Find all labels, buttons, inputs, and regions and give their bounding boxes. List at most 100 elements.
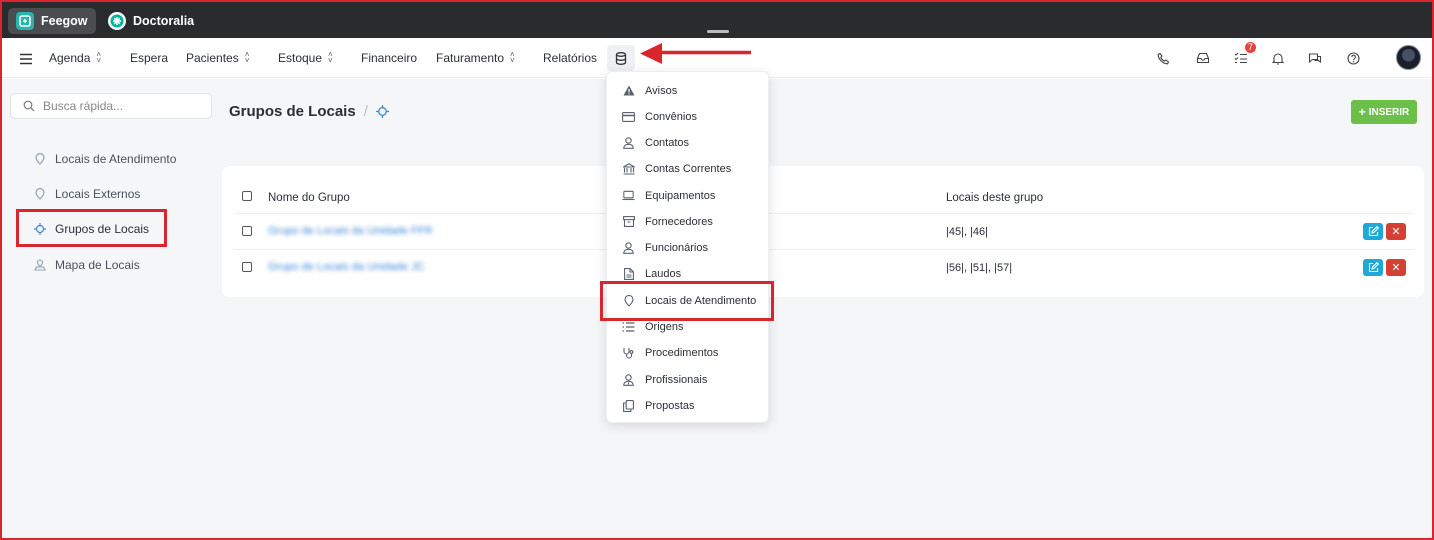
edit-button[interactable] [1363,259,1383,276]
menu-item-equipamentos[interactable]: Equipamentos [622,189,715,202]
chevron-updown-icon: ˄ ˅ [244,50,250,65]
app-tab-doctoralia[interactable]: Doctoralia [100,8,202,34]
chat-icon[interactable] [1307,50,1323,66]
help-icon[interactable] [1345,50,1361,66]
stethoscope-icon [622,346,635,359]
map-pin-icon [34,153,46,165]
nav-label: Pacientes [186,51,239,65]
warning-icon [622,84,635,97]
group-name-link[interactable]: Grupo de Locais da Unidade JC [268,261,425,273]
select-all-checkbox[interactable] [242,191,252,201]
menu-item-propostas[interactable]: Propostas [622,399,695,412]
chevron-updown-icon: ˄ ˅ [96,50,102,65]
database-icon [615,51,627,65]
document-icon [622,267,635,280]
sidebar-item-mapa-de-locais[interactable]: Mapa de Locais [34,258,140,272]
nav-label: Estoque [278,51,323,65]
nav-label: Espera [130,51,169,65]
menu-item-profissionais[interactable]: Profissionais [622,373,707,386]
menu-item-label: Avisos [645,84,678,97]
sidebar-item-locais-externos[interactable]: Locais Externos [34,187,140,201]
nav-agenda[interactable]: Agenda ˄ ˅ [49,50,102,66]
bank-icon [622,162,635,175]
sidebar-item-locais-de-atendimento[interactable]: Locais de Atendimento [34,152,176,166]
nav-relatorios[interactable]: Relatórios [543,51,597,65]
laptop-icon [622,189,635,202]
close-icon: ✕ [1391,226,1401,238]
menu-item-origens[interactable]: Origens [622,320,684,333]
app-tab-label: Doctoralia [133,14,195,28]
menu-item-procedimentos[interactable]: Procedimentos [622,346,718,359]
quick-search-input[interactable]: Busca rápida... [10,93,212,119]
menu-item-label: Origens [645,320,684,333]
chevron-updown-icon: ˄ ˅ [328,50,333,65]
plus-icon: + [1358,105,1366,119]
menu-item-contas-correntes[interactable]: Contas Correntes [622,162,731,175]
menu-item-label: Equipamentos [645,189,716,202]
inbox-icon[interactable] [1195,50,1211,66]
chevron-updown-icon: ˄ ˅ [510,50,515,65]
group-name-link[interactable]: Grupo de Locais da Unidade FFR [268,225,432,237]
nav-espera[interactable]: Espera [130,51,168,65]
tasks-icon[interactable] [1233,50,1249,66]
map-icon [34,259,46,271]
sidebar-item-label: Locais Externos [55,187,141,201]
menu-item-label: Propostas [645,399,695,412]
breadcrumb-separator: / [363,103,368,120]
edit-icon [1368,262,1379,273]
column-header-nome[interactable]: Nome do Grupo [268,192,350,204]
row-divider [234,213,1414,214]
nav-label: Financeiro [361,51,418,65]
nav-label: Faturamento [436,51,505,65]
nav-label: Agenda [49,51,91,65]
feegow-logo-icon [16,12,34,30]
menu-item-convenios[interactable]: Convênios [622,110,697,123]
menu-item-laudos[interactable]: Laudos [622,267,681,280]
app-tab-feegow[interactable]: Feegow [8,8,96,34]
row-checkbox[interactable] [242,226,252,236]
cadastros-button[interactable] [607,45,635,71]
sidebar-item-label: Mapa de Locais [55,258,140,272]
user-avatar[interactable] [1396,45,1421,70]
nav-label: Relatórios [543,51,598,65]
annotation-highlight-sidebar [16,209,167,247]
menu-item-label: Contas Correntes [645,162,732,175]
menu-item-label: Contatos [645,136,690,149]
menu-item-avisos[interactable]: Avisos [622,84,677,97]
copy-icon [622,399,635,412]
menu-item-funcionarios[interactable]: Funcionários [622,241,708,254]
nav-pacientes[interactable]: Pacientes ˄ ˅ [186,50,250,66]
group-locais: |45|, |46| [946,226,989,238]
column-header-locais[interactable]: Locais deste grupo [946,192,1043,204]
annotation-arrow-icon [640,43,751,64]
drag-handle[interactable] [707,30,729,33]
list-icon [622,320,635,333]
row-checkbox[interactable] [242,262,252,272]
annotation-highlight-menu-item [600,281,774,321]
bell-icon[interactable] [1270,50,1286,66]
delete-button[interactable]: ✕ [1386,259,1406,276]
menu-item-fornecedores[interactable]: Fornecedores [622,215,713,228]
map-pin-icon [34,188,46,200]
insert-button-label: INSERIR [1368,106,1410,118]
nav-faturamento[interactable]: Faturamento ˄ ˅ [436,50,515,66]
phone-icon[interactable] [1155,50,1171,66]
edit-button[interactable] [1363,223,1383,240]
menu-item-label: Convênios [645,110,697,123]
sidebar-item-label: Locais de Atendimento [55,152,177,166]
menu-item-contatos[interactable]: Contatos [622,136,689,149]
nav-financeiro[interactable]: Financeiro [361,51,417,65]
cadastros-dropdown-menu: Avisos Convênios Contatos Contas Corrent… [606,71,769,423]
doctoralia-logo-icon [108,12,126,30]
app-tab-label: Feegow [41,14,88,28]
edit-icon [1368,226,1379,237]
hamburger-menu-icon[interactable] [18,51,34,67]
delete-button[interactable]: ✕ [1386,223,1406,240]
breadcrumb: Grupos de Locais / [229,103,389,120]
nav-estoque[interactable]: Estoque ˄ ˅ [278,50,333,66]
search-icon [23,100,35,112]
insert-button[interactable]: + INSERIR [1351,100,1417,124]
app-switcher-bar: Feegow Doctoralia [0,0,1434,38]
groups-table-card: Nome do Grupo Locais deste grupo Grupo d… [222,166,1424,297]
archive-icon [622,215,635,228]
